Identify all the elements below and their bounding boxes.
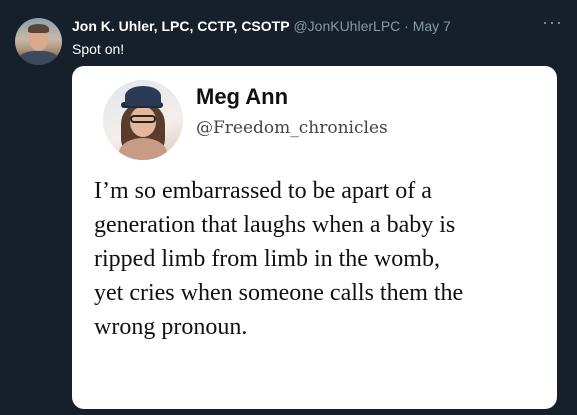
- separator-dot: ·: [404, 18, 409, 34]
- embedded-text-line: generation that laughs when a baby is: [94, 212, 456, 238]
- embedded-image[interactable]: Meg Ann @Freedom_chronicles I’m so embar…: [72, 66, 557, 409]
- avatar-hair: [28, 24, 49, 33]
- embedded-name: Meg Ann: [196, 84, 289, 109]
- author-avatar[interactable]: [15, 18, 62, 65]
- author-handle[interactable]: @JonKUhlerLPC: [293, 18, 400, 34]
- embedded-handle: @Freedom_chronicles: [196, 118, 388, 138]
- embedded-text-line: I’m so embarrassed to be apart of a: [94, 178, 432, 204]
- embedded-text-line: yet cries when someone calls them the: [94, 280, 464, 306]
- author-name[interactable]: Jon K. Uhler, LPC, CCTP, CSOTP: [72, 18, 290, 34]
- embedded-text-line: wrong pronoun.: [94, 314, 248, 340]
- embedded-text-line: ripped limb from limb in the womb,: [94, 246, 440, 272]
- tweet-header: Jon K. Uhler, LPC, CCTP, CSOTP @JonKUhle…: [72, 16, 567, 36]
- embedded-text: I’m so embarrassed to be apart of a gene…: [94, 174, 554, 344]
- embedded-avatar: [103, 80, 183, 160]
- cap: [125, 86, 161, 106]
- tweet-text: Spot on!: [72, 41, 125, 57]
- glasses: [130, 115, 156, 123]
- more-options-icon[interactable]: ···: [542, 12, 563, 32]
- tweet-date[interactable]: May 7: [413, 18, 451, 34]
- avatar-shirt: [19, 51, 58, 65]
